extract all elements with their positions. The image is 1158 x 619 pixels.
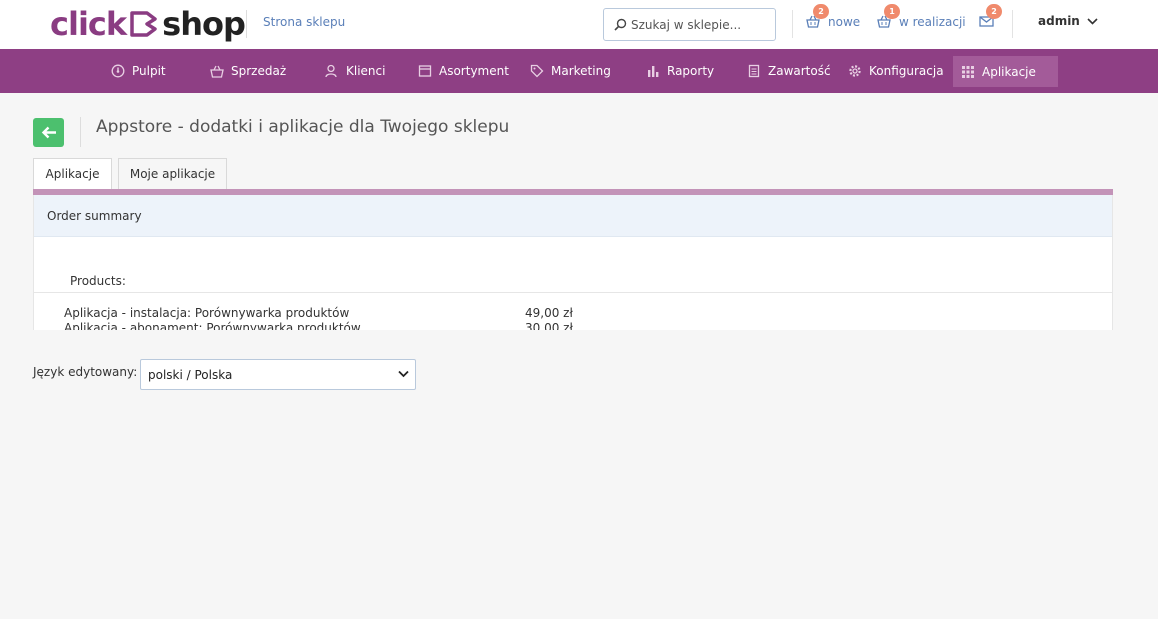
search-icon: [614, 18, 627, 31]
gear-icon: [848, 64, 862, 78]
in-progress-orders-link[interactable]: 1 w realizacji: [877, 4, 966, 29]
language-selected-value: polski / Polska: [148, 367, 233, 382]
user-menu[interactable]: admin: [1038, 14, 1098, 28]
nav-item-aplikacje[interactable]: Aplikacje: [953, 56, 1058, 87]
nav-item-raporty[interactable]: Raporty: [638, 56, 722, 86]
new-orders-label: nowe: [828, 15, 861, 29]
header-divider: [792, 10, 793, 38]
nav-item-zawartosc[interactable]: Zawartość: [739, 56, 839, 86]
tab-moje-aplikacje[interactable]: Moje aplikacje: [118, 158, 227, 189]
basket-icon: 1: [877, 4, 900, 29]
main-navigation: Pulpit Sprzedaż Klienci Asortyment Marke…: [0, 49, 1158, 93]
messages-badge: 2: [986, 4, 1002, 19]
box-icon: [418, 64, 432, 78]
new-orders-link[interactable]: 2 nowe: [806, 4, 861, 29]
clickshop-logo[interactable]: click shop: [50, 4, 246, 44]
chevron-down-icon: [398, 370, 409, 378]
in-progress-orders-badge: 1: [884, 4, 900, 19]
top-header: click shop Strona sklepu 2 nowe 1 w real…: [0, 0, 1158, 49]
language-label: Język edytowany:: [33, 365, 138, 379]
logo-text-click: click: [50, 5, 127, 43]
arrow-left-icon: [41, 126, 56, 139]
logo-mark-icon: [129, 10, 159, 38]
nav-item-label: Marketing: [551, 64, 611, 78]
nav-item-label: Aplikacje: [982, 64, 1036, 79]
order-line-price: 30,00 zł: [525, 321, 573, 330]
order-summary-heading: Order summary: [34, 195, 1112, 237]
back-button[interactable]: [33, 118, 64, 147]
document-icon: [747, 64, 761, 78]
divider: [34, 292, 1112, 293]
grid-icon: [961, 65, 975, 79]
nav-item-sprzedaz[interactable]: Sprzedaż: [202, 56, 294, 86]
nav-item-label: Sprzedaż: [231, 64, 287, 78]
tag-icon: [530, 64, 544, 78]
order-summary-panel: Order summary Products: Aplikacja - inst…: [33, 195, 1113, 330]
nav-item-pulpit[interactable]: Pulpit: [103, 56, 174, 86]
title-divider: [80, 117, 81, 147]
basket-icon: [210, 64, 224, 78]
nav-item-label: Klienci: [346, 64, 386, 78]
nav-item-label: Raporty: [667, 64, 715, 78]
nav-item-klienci[interactable]: Klienci: [317, 56, 393, 86]
envelope-icon: 2: [979, 4, 1002, 29]
new-orders-badge: 2: [813, 4, 829, 19]
nav-item-label: Zawartość: [768, 64, 831, 78]
order-line-name: Aplikacja - instalacja: Porównywarka pro…: [64, 306, 350, 320]
order-line-price: 49,00 zł: [525, 306, 573, 320]
user-name: admin: [1038, 14, 1080, 28]
order-line: Aplikacja - abonament: Porównywarka prod…: [64, 321, 584, 330]
nav-item-label: Pulpit: [132, 64, 166, 78]
header-divider: [246, 10, 247, 38]
chevron-down-icon: [1087, 17, 1098, 25]
messages-link[interactable]: 2: [979, 4, 1002, 29]
tab-aplikacje[interactable]: Aplikacje: [33, 158, 112, 189]
products-label: Products:: [70, 274, 126, 288]
bar-chart-icon: [646, 64, 660, 78]
nav-item-asortyment[interactable]: Asortyment: [410, 56, 517, 86]
order-line-name: Aplikacja - abonament: Porównywarka prod…: [64, 321, 361, 330]
nav-item-konfiguracja[interactable]: Konfiguracja: [840, 56, 952, 86]
nav-item-label: Asortyment: [439, 64, 509, 78]
search-input[interactable]: [631, 17, 761, 32]
search-box[interactable]: [603, 8, 776, 41]
logo-text-shop: shop: [162, 5, 246, 43]
header-divider: [1012, 10, 1013, 38]
users-icon: [325, 64, 339, 78]
basket-icon: 2: [806, 4, 829, 29]
store-front-link[interactable]: Strona sklepu: [263, 15, 345, 29]
order-line: Aplikacja - instalacja: Porównywarka pro…: [64, 306, 584, 322]
page-title: Appstore - dodatki i aplikacje dla Twoje…: [96, 117, 510, 137]
language-select[interactable]: polski / Polska: [140, 359, 416, 390]
nav-item-label: Konfiguracja: [869, 64, 944, 78]
dashboard-icon: [111, 64, 125, 78]
in-progress-orders-label: w realizacji: [899, 15, 966, 29]
nav-item-marketing[interactable]: Marketing: [522, 56, 619, 86]
